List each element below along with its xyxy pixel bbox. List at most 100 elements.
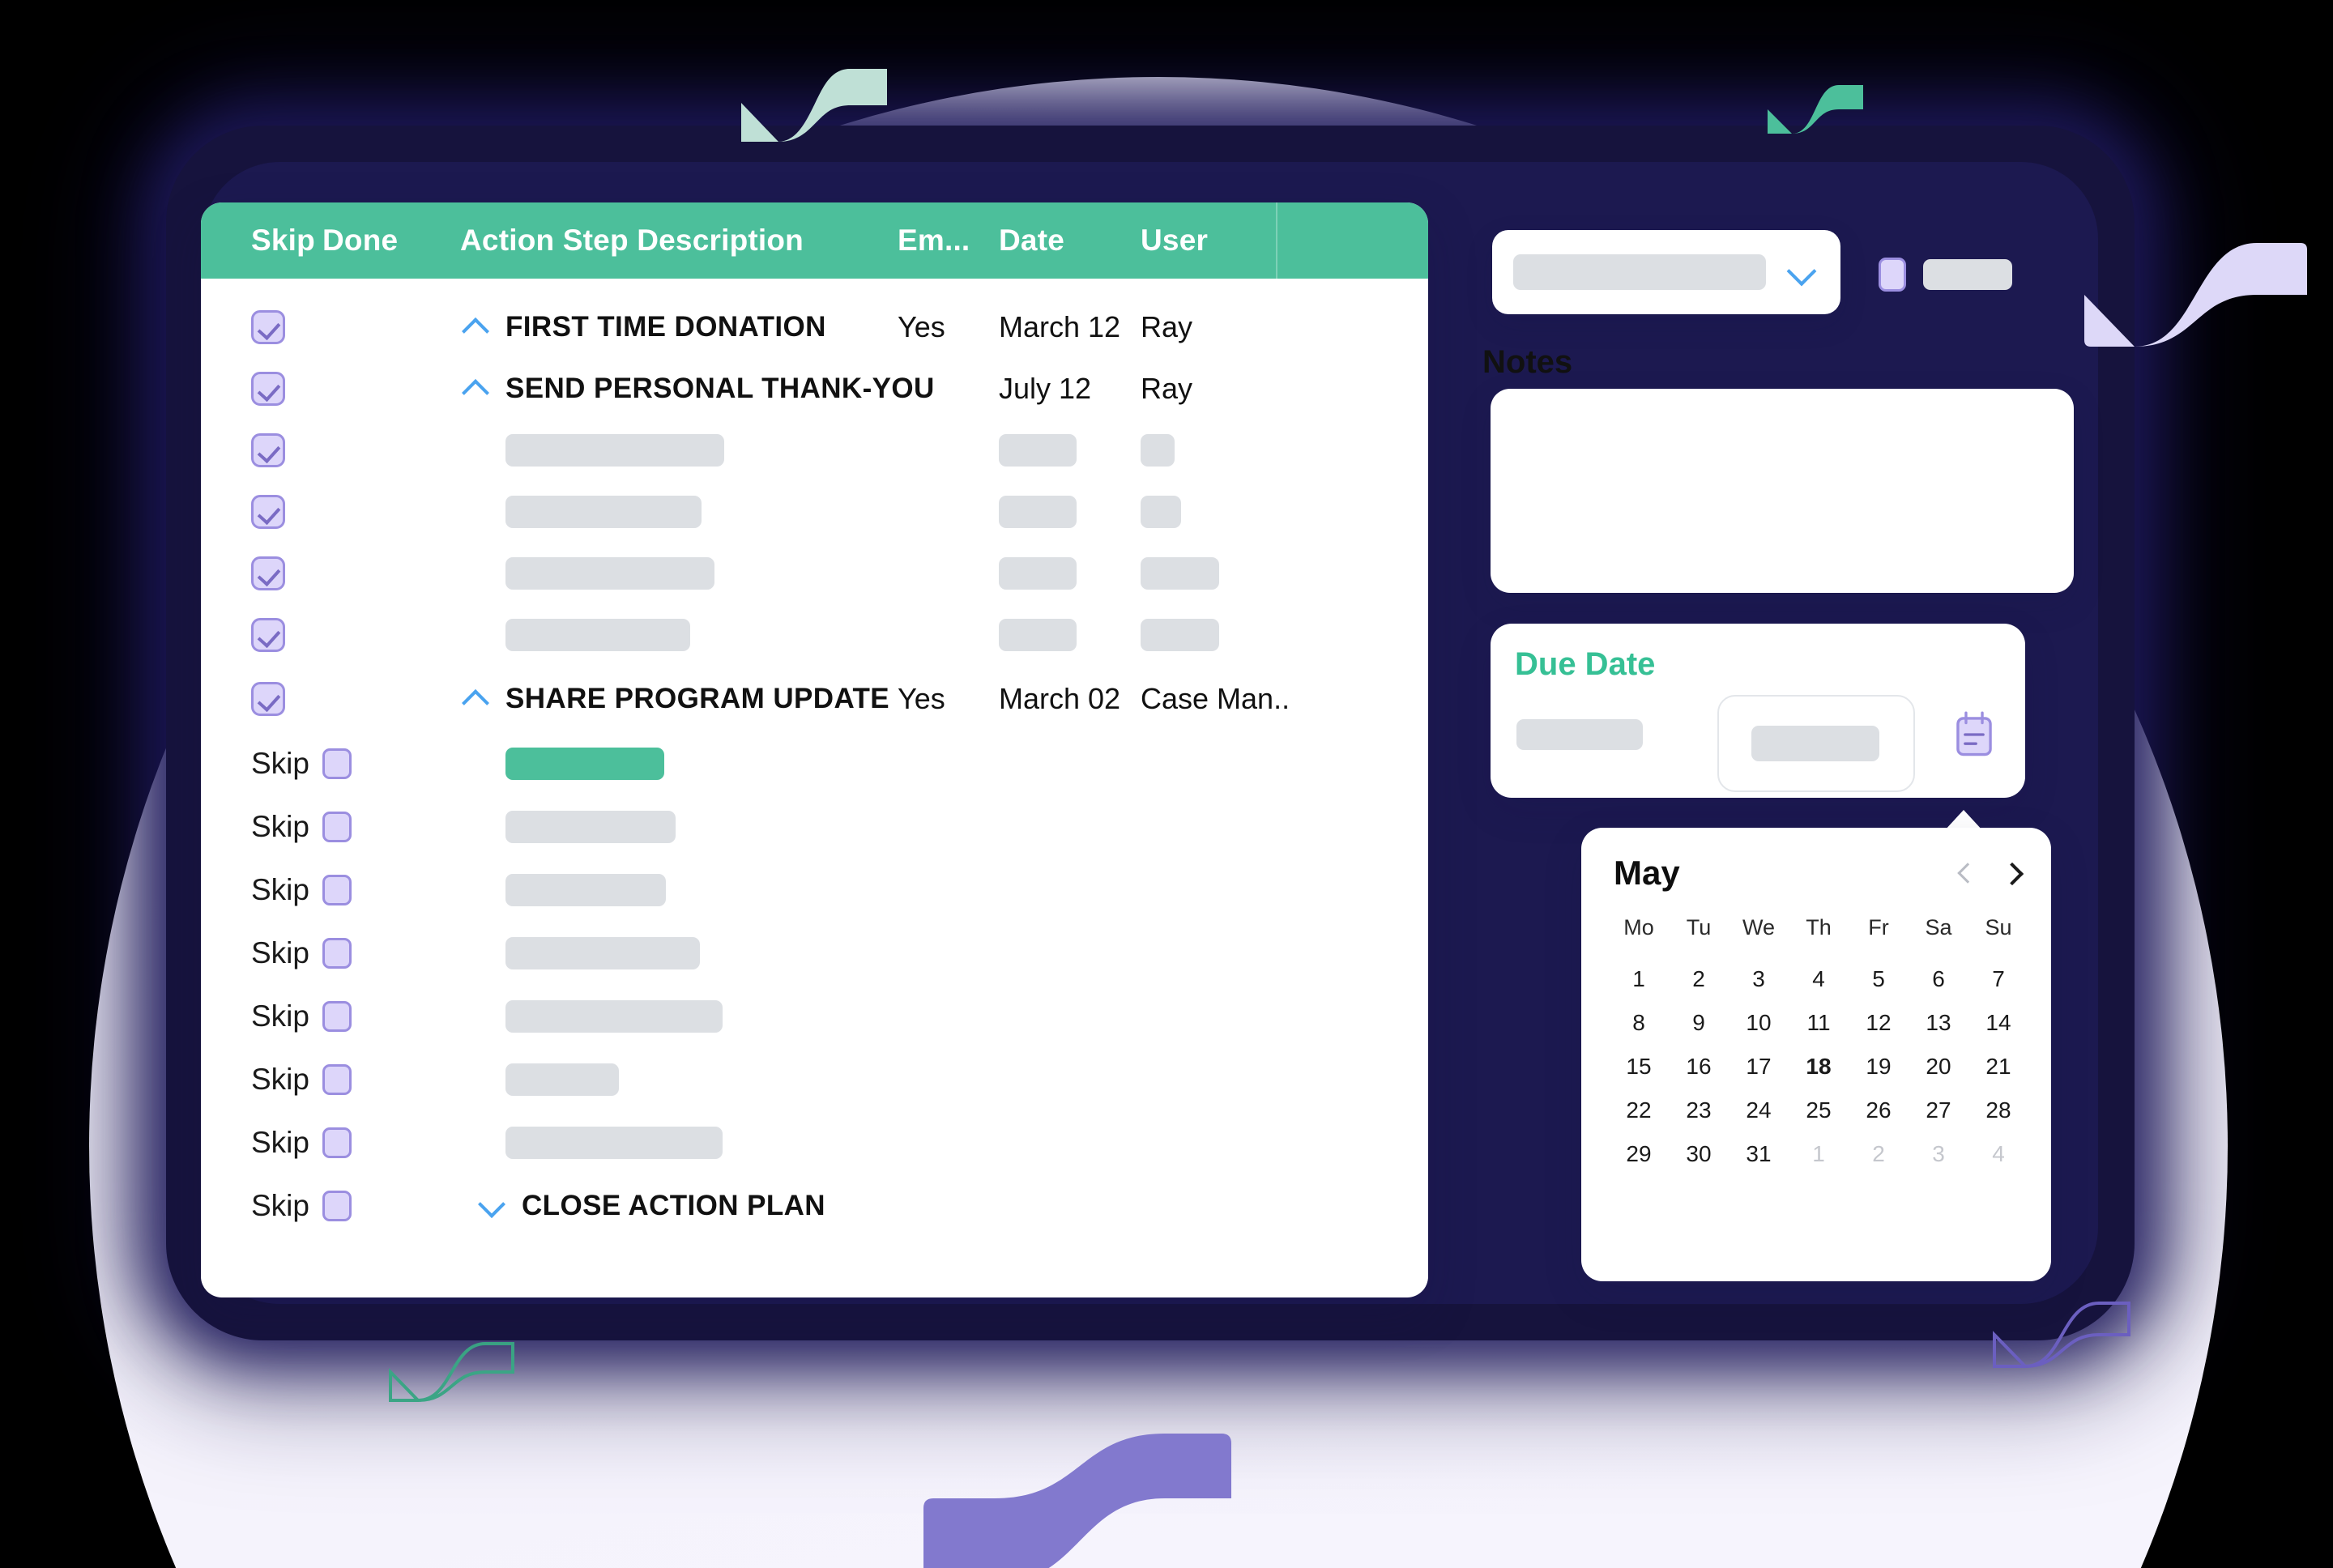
calendar-popover: May Mo Tu We Th Fr Sa Su 1 2 3 4 5 6 7 8 9 10 11 12 13 14 15 1… xyxy=(1581,828,2051,1281)
calendar-day[interactable]: 2 xyxy=(1669,966,1729,992)
skip-label-cell[interactable]: Skip xyxy=(201,873,322,907)
calendar-day[interactable]: 4 xyxy=(1789,966,1849,992)
table-row[interactable] xyxy=(201,481,1428,543)
calendar-day[interactable]: 24 xyxy=(1729,1097,1789,1123)
calendar-day[interactable]: 7 xyxy=(1968,966,2028,992)
skip-row[interactable]: Skip xyxy=(201,922,1428,985)
calendar-day[interactable]: 15 xyxy=(1609,1054,1669,1080)
calendar-day[interactable]: 5 xyxy=(1849,966,1909,992)
skip-checkbox[interactable] xyxy=(251,433,285,467)
skip-checkbox[interactable] xyxy=(251,618,285,652)
calendar-day[interactable]: 26 xyxy=(1849,1097,1909,1123)
calendar-day[interactable]: 12 xyxy=(1849,1010,1909,1036)
placeholder-bar xyxy=(505,619,690,651)
calendar-day[interactable]: 29 xyxy=(1609,1141,1669,1167)
done-checkbox[interactable] xyxy=(322,875,352,905)
table-row[interactable] xyxy=(201,543,1428,604)
calendar-day[interactable]: 1 xyxy=(1789,1141,1849,1167)
table-row[interactable] xyxy=(201,604,1428,666)
calendar-day[interactable]: 2 xyxy=(1849,1141,1909,1167)
chevron-left-icon[interactable] xyxy=(1954,863,1975,884)
skip-row[interactable]: Skip xyxy=(201,732,1428,795)
skip-row[interactable]: Skip xyxy=(201,1111,1428,1174)
done-checkbox[interactable] xyxy=(322,1191,352,1221)
skip-row[interactable]: Skip xyxy=(201,795,1428,859)
skip-row[interactable]: Skip xyxy=(201,1048,1428,1111)
calendar-day[interactable]: 4 xyxy=(1968,1141,2028,1167)
done-checkbox[interactable] xyxy=(322,748,352,779)
calendar-day[interactable]: 23 xyxy=(1669,1097,1729,1123)
dropdown-select[interactable] xyxy=(1492,230,1840,314)
calendar-day[interactable]: 6 xyxy=(1909,966,1968,992)
calendar-day[interactable]: 17 xyxy=(1729,1054,1789,1080)
chevron-up-icon[interactable] xyxy=(460,311,493,343)
column-header-skip[interactable]: Skip xyxy=(201,224,322,258)
calendar-day[interactable]: 21 xyxy=(1968,1054,2028,1080)
table-row[interactable]: SHARE PROGRAM UPDATE Yes March 02 Case M… xyxy=(201,666,1428,732)
calendar-day[interactable]: 30 xyxy=(1669,1141,1729,1167)
skip-checkbox[interactable] xyxy=(251,310,285,344)
calendar-day[interactable]: 28 xyxy=(1968,1097,2028,1123)
calendar-day[interactable]: 18 xyxy=(1789,1054,1849,1080)
due-date-input[interactable] xyxy=(1717,695,1915,792)
skip-checkbox[interactable] xyxy=(251,495,285,529)
done-checkbox[interactable] xyxy=(322,1001,352,1032)
calendar-day[interactable]: 10 xyxy=(1729,1010,1789,1036)
calendar-day[interactable]: 14 xyxy=(1968,1010,2028,1036)
skip-label-cell[interactable]: Skip xyxy=(201,936,322,970)
calendar-day[interactable]: 19 xyxy=(1849,1054,1909,1080)
skip-label-cell[interactable]: Skip xyxy=(201,810,322,844)
calendar-day[interactable]: 25 xyxy=(1789,1097,1849,1123)
calendar-day[interactable]: 3 xyxy=(1729,966,1789,992)
done-checkbox[interactable] xyxy=(322,1127,352,1158)
calendar-day[interactable]: 16 xyxy=(1669,1054,1729,1080)
calendar-day[interactable]: 22 xyxy=(1609,1097,1669,1123)
calendar-day[interactable]: 27 xyxy=(1909,1097,1968,1123)
calendar-day[interactable]: 20 xyxy=(1909,1054,1968,1080)
chevron-up-icon[interactable] xyxy=(460,373,493,405)
chevron-up-icon[interactable] xyxy=(460,683,493,715)
column-header-date[interactable]: Date xyxy=(999,224,1141,258)
chevron-right-icon[interactable] xyxy=(2002,863,2024,884)
skip-label-cell[interactable]: Skip xyxy=(201,1063,322,1097)
skip-row[interactable]: Skip xyxy=(201,985,1428,1048)
date-cell xyxy=(999,434,1141,467)
column-header-description[interactable]: Action Step Description xyxy=(460,224,898,258)
skip-checkbox[interactable] xyxy=(251,372,285,406)
skip-checkbox[interactable] xyxy=(251,682,285,716)
calendar-day[interactable]: 3 xyxy=(1909,1141,1968,1167)
skip-label-cell[interactable]: Skip xyxy=(201,1189,322,1223)
close-action-plan-row[interactable]: Skip CLOSE ACTION PLAN xyxy=(201,1174,1428,1238)
mini-checkbox[interactable] xyxy=(1879,258,1906,292)
notes-textarea[interactable] xyxy=(1491,389,2074,593)
table-row[interactable] xyxy=(201,420,1428,481)
skip-label-cell[interactable]: Skip xyxy=(201,999,322,1033)
date-cell xyxy=(999,619,1141,651)
calendar-day[interactable]: 31 xyxy=(1729,1141,1789,1167)
skip-label-cell[interactable]: Skip xyxy=(201,1126,322,1160)
column-header-user[interactable]: User xyxy=(1141,224,1303,258)
column-header-em[interactable]: Em... xyxy=(898,224,999,258)
calendar-icon[interactable] xyxy=(1954,711,1994,758)
skip-checkbox[interactable] xyxy=(251,556,285,590)
chevron-down-icon[interactable] xyxy=(476,1190,509,1222)
calendar-day[interactable]: 1 xyxy=(1609,966,1669,992)
table-row[interactable]: FIRST TIME DONATION Yes March 12 Ray xyxy=(201,296,1428,358)
skip-label-cell[interactable]: Skip xyxy=(201,747,322,781)
skip-row[interactable]: Skip xyxy=(201,859,1428,922)
done-checkbox[interactable] xyxy=(322,812,352,842)
calendar-dow-fr: Fr xyxy=(1868,915,1889,940)
calendar-day[interactable]: 8 xyxy=(1609,1010,1669,1036)
table-row[interactable]: SEND PERSONAL THANK-YOU July 12 Ray xyxy=(201,358,1428,420)
done-cell xyxy=(322,938,460,969)
done-checkbox[interactable] xyxy=(322,1064,352,1095)
placeholder-bar xyxy=(505,811,676,843)
skip-label: Skip xyxy=(251,999,309,1033)
calendar-day[interactable]: 9 xyxy=(1669,1010,1729,1036)
description-cell xyxy=(460,619,898,651)
calendar-day[interactable]: 13 xyxy=(1909,1010,1968,1036)
done-checkbox[interactable] xyxy=(322,938,352,969)
chevron-down-icon[interactable] xyxy=(1784,254,1819,290)
column-header-done[interactable]: Done xyxy=(322,224,460,258)
calendar-day[interactable]: 11 xyxy=(1789,1010,1849,1036)
